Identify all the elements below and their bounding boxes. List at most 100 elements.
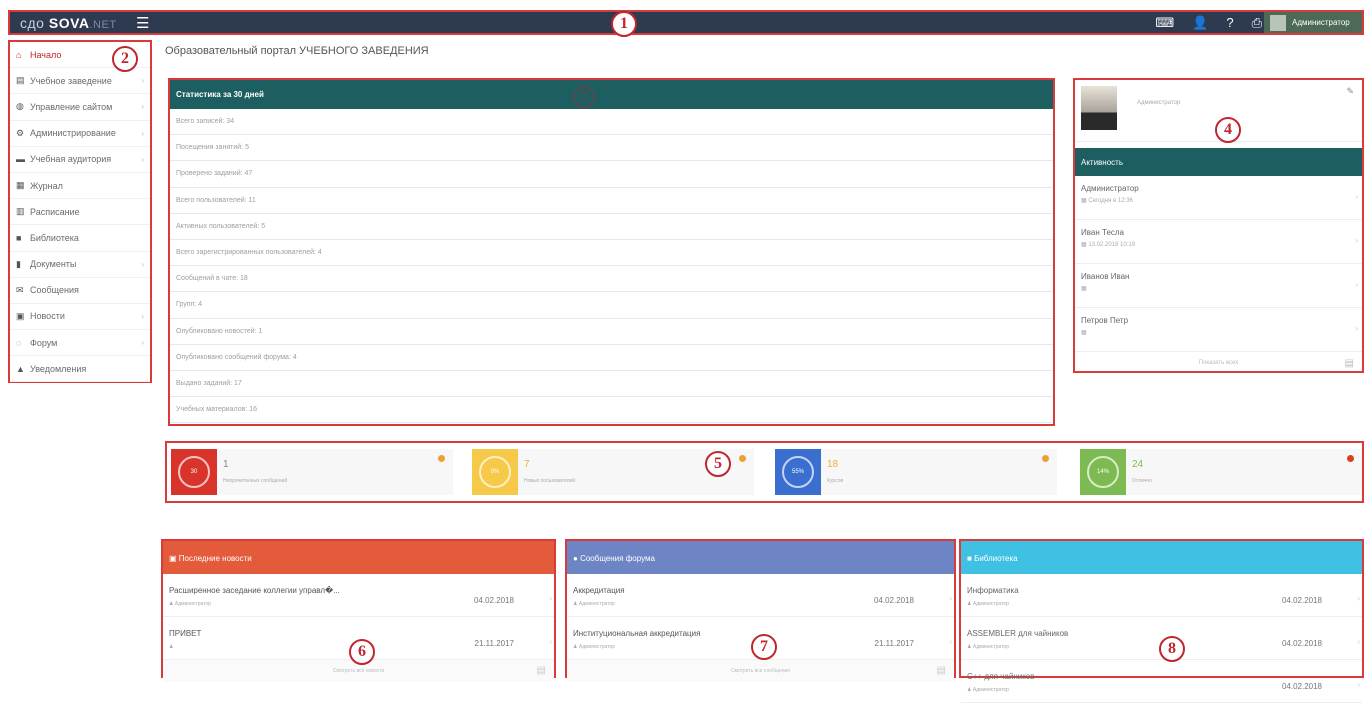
user-menu[interactable]: Администратор <box>1264 12 1362 33</box>
activity-title: Активность <box>1075 148 1362 176</box>
info-boxes-row: 30 1 Непрочитанных сообщений 0% 7 Новых польз… <box>165 441 1364 503</box>
sidebar-item-label: Учебное заведение <box>30 75 112 86</box>
activity-date: ▦ <box>1081 285 1356 292</box>
widget-list-item[interactable]: C++ для чайников ♟ Администратор 04.02.201… <box>961 660 1362 703</box>
stats-row: Проверено заданий: 47 <box>170 161 1053 188</box>
activity-item[interactable]: Иванов Иван ▦ › <box>1075 264 1362 308</box>
info-box-icon-area: 0% <box>472 449 518 495</box>
news-icon: ▣ <box>169 554 179 563</box>
calendar-icon: ▦ <box>1081 330 1087 336</box>
stats-row: Всего записей: 34 <box>170 109 1053 136</box>
annotation-marker-2: 2 <box>112 46 138 72</box>
sidebar-item-2[interactable]: ◍ Управление сайтом › <box>10 94 150 121</box>
stats-panel-title: Статистика за 30 дней <box>170 80 1053 109</box>
chevron-right-icon: › <box>141 259 144 269</box>
top-bar: сдо SOVA.NET ☰ ⌨ 👤 ? ⎙ Администратор <box>8 10 1364 35</box>
status-dot-icon <box>438 455 445 462</box>
activity-item[interactable]: Администратор ▦ Сегодня в 12:36 › <box>1075 176 1362 220</box>
keyboard-icon[interactable]: ⌨ <box>1155 15 1174 31</box>
sidebar-item-1[interactable]: ▤ Учебное заведение › <box>10 68 150 95</box>
info-box[interactable]: 30 1 Непрочитанных сообщений <box>171 449 453 495</box>
item-title: Расширенное заседание коллегии управл�..… <box>169 586 340 595</box>
progress-ring: 0% <box>479 456 511 488</box>
item-title: Информатика <box>967 586 1019 595</box>
info-box-number: 1 <box>223 459 229 470</box>
sidebar-item-9[interactable]: ✉ Сообщения <box>10 278 150 304</box>
classroom-icon: ▬ <box>16 154 25 165</box>
chevron-right-icon: › <box>141 154 144 164</box>
stats-row: Выдано заданий: 17 <box>170 371 1053 398</box>
annotation-marker-1: 1 <box>611 11 637 37</box>
calendar-icon[interactable]: ▤ <box>537 665 546 676</box>
book-icon: ■ <box>967 554 975 563</box>
sidebar-item-4[interactable]: ▬ Учебная аудитория › <box>10 147 150 173</box>
stats-row: Всего зарегистрированных пользователей: … <box>170 240 1053 267</box>
schedule-icon: ▥ <box>16 206 25 217</box>
activity-date-text: Сегодня в 12:36 <box>1088 198 1133 204</box>
activity-user: Иванов Иван <box>1081 272 1130 281</box>
widget-list-item[interactable]: Информатика ♟ Администратор 04.02.2018 › <box>961 574 1362 617</box>
item-date: 04.02.2018 <box>1281 639 1322 648</box>
sidebar-item-10[interactable]: ▣ Новости › <box>10 304 150 331</box>
sidebar-item-8[interactable]: ▮ Документы › <box>10 252 150 278</box>
sidebar-item-11[interactable]: ◌ Форум › <box>10 330 150 357</box>
item-author-text: Администратор <box>972 601 1009 607</box>
item-author-text: Администратор <box>578 601 615 607</box>
calendar-icon: ▦ <box>1081 286 1087 292</box>
help-icon[interactable]: ? <box>1226 15 1233 31</box>
info-box-icon-area: 55% <box>775 449 821 495</box>
hamburger-icon[interactable]: ☰ <box>136 14 149 32</box>
forum-icon: ◌ <box>16 337 22 348</box>
sidebar-item-6[interactable]: ▥ Расписание <box>10 199 150 226</box>
info-box-number: 24 <box>1132 459 1144 470</box>
status-dot-icon <box>1042 455 1049 462</box>
sidebar-item-7[interactable]: ■ Библиотека <box>10 225 150 252</box>
annotation-marker-7: 7 <box>751 634 777 660</box>
sidebar-item-label: Сообщения <box>30 285 79 296</box>
print-icon[interactable]: ⎙ <box>1252 15 1262 31</box>
progress-ring: 55% <box>782 456 814 488</box>
item-date: 04.02.2018 <box>1281 596 1322 605</box>
widget-footer-label: Смотреть все сообщения <box>730 668 791 674</box>
chevron-right-icon: › <box>949 637 952 646</box>
sidebar-item-label: Расписание <box>30 206 80 217</box>
chevron-right-icon: › <box>141 76 144 86</box>
info-box[interactable]: 14% 24 Отлично <box>1080 449 1362 495</box>
chevron-right-icon: › <box>1355 192 1358 201</box>
sidebar-item-label: Управление сайтом <box>30 101 113 112</box>
sidebar-item-label: Библиотека <box>30 232 79 243</box>
user-icon[interactable]: 👤 <box>1192 15 1208 31</box>
sidebar-item-label: Новости <box>30 311 65 322</box>
show-all-label: Показать всех <box>1198 360 1239 366</box>
document-icon: ▮ <box>16 258 21 269</box>
item-title: ASSEMBLER для чайников <box>967 629 1069 638</box>
activity-item[interactable]: Петров Петр ▦ › <box>1075 308 1362 352</box>
show-all-activity-link[interactable]: Показать всех ▤ <box>1075 352 1362 376</box>
sidebar-item-12[interactable]: ▲ Уведомления <box>10 356 150 383</box>
info-box-icon-area: 14% <box>1080 449 1126 495</box>
progress-ring: 30 <box>178 456 210 488</box>
sidebar-item-label: Учебная аудитория <box>30 154 112 165</box>
widget-list-item[interactable]: Аккредитация ♟ Администратор 04.02.2018 › <box>567 574 954 617</box>
profile-name: Администратор <box>1137 100 1181 106</box>
widget-title: Библиотека <box>974 554 1018 563</box>
sidebar-item-5[interactable]: ▦ Журнал <box>10 173 150 200</box>
chevron-right-icon: › <box>949 594 952 603</box>
edit-icon[interactable]: ✎ <box>1346 86 1354 97</box>
stats-row: Опубликовано сообщений форума: 4 <box>170 345 1053 371</box>
calendar-icon[interactable]: ▤ <box>1345 358 1354 369</box>
widget-header[interactable]: ■ Библиотека <box>961 541 1362 574</box>
activity-item[interactable]: Иван Тесла ▦ 13.02.2018 10:19 › <box>1075 220 1362 264</box>
info-box-label: Новых пользователей <box>524 478 576 484</box>
activity-user: Иван Тесла <box>1081 228 1125 237</box>
user-name: Администратор <box>1292 18 1350 27</box>
widget-header[interactable]: ● Сообщения форума <box>567 541 954 574</box>
sidebar-item-3[interactable]: ⚙ Администрирование › <box>10 121 150 147</box>
widget-title: Последние новости <box>178 554 252 563</box>
widget-header[interactable]: ▣ Последние новости <box>163 541 554 574</box>
calendar-icon[interactable]: ▤ <box>937 665 946 676</box>
app-logo[interactable]: сдо SOVA.NET <box>20 15 117 31</box>
info-box[interactable]: 55% 18 Курсов <box>775 449 1057 495</box>
stats-row: Посещения занятий: 5 <box>170 135 1053 162</box>
widget-list-item[interactable]: Расширенное заседание коллегии управл�..… <box>163 574 554 617</box>
